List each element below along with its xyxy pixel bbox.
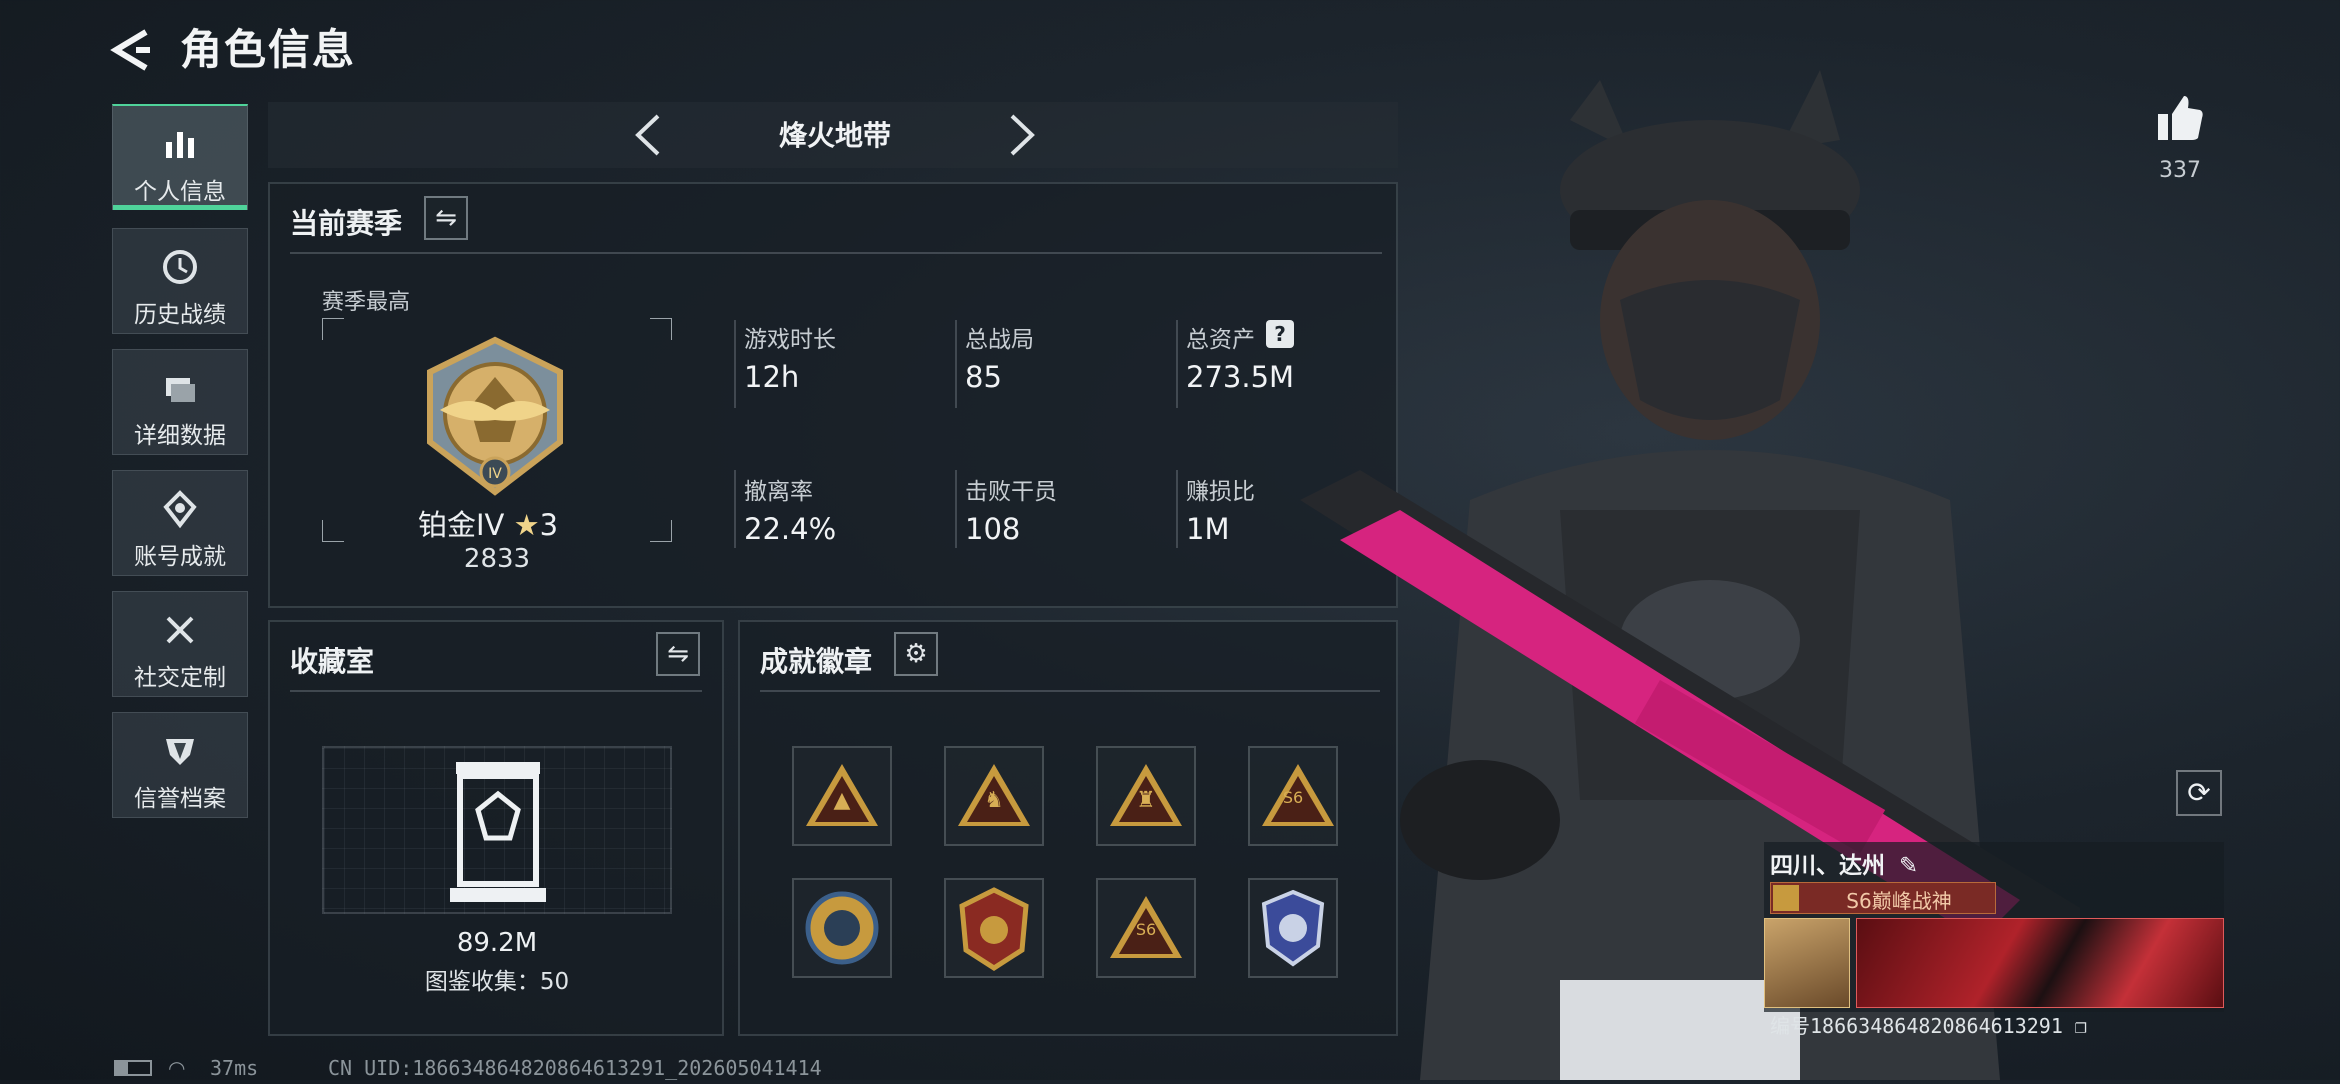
copy-icon[interactable]: ❐ [2075,1014,2087,1038]
title-emblem-icon [1773,885,1799,911]
folders-icon [113,368,247,408]
swap-icon: ⇋ [435,203,457,233]
gear-icon: ⚙ [904,639,928,669]
divider [1176,320,1178,408]
sidebar-item-label: 详细数据 [134,423,226,449]
divider [1176,470,1178,548]
clock-icon [113,247,247,287]
mode-prev-button[interactable] [628,110,668,160]
crest-badge-icon [959,887,1029,971]
profile-id-text: 编号1866348648208646132​91 [1770,1014,2063,1038]
stat-matches-label: 总战局 [965,327,1034,353]
sidebar-item-achievements[interactable]: 账号成就 [112,470,248,576]
mode-title: 烽火地带 [778,119,891,152]
sidebar-item-label: 信誉档案 [134,786,226,812]
bar-chart-icon [113,124,247,164]
chevron-left-icon [635,114,660,156]
rank-score: 2833 [463,544,531,574]
collection-switch-button[interactable]: ⇋ [656,632,700,676]
rank-stars: 3 [539,508,559,542]
round-gold-badge-icon [805,891,879,965]
sidebar-item-history[interactable]: 历史战绩 [112,228,248,334]
refresh-button[interactable]: ⟳ [2176,770,2222,816]
collection-title: 收藏室 [290,645,375,678]
profile-title-badge: S6巅峰战神 [1770,882,1996,914]
profile-id: 编号1866348648208646132​91 ❐ [1770,1010,2087,1039]
swap-icon: ⇋ [667,639,689,669]
back-button[interactable] [108,22,158,78]
profile-banner[interactable] [1856,918,2224,1008]
refresh-icon: ⟳ [2187,776,2211,809]
collection-value: 89.2M [456,928,538,958]
thumbs-up-icon [2158,96,2203,140]
sidebar-item-label: 社交定制 [134,665,226,691]
collection-preview[interactable] [322,746,672,914]
back-arrow-icon [110,29,150,71]
divider [734,320,736,408]
rank-line: 铂金IV ★3 [418,502,578,544]
divider [290,252,1382,254]
sidebar-item-label: 账号成就 [134,544,226,570]
shield-icon [113,731,247,771]
collection-caption: 图鉴收集：50 [424,969,570,995]
achievement-badge[interactable] [792,878,892,978]
stat-profit-ratio-value: 1M [1186,512,1230,546]
svg-text:IV: IV [488,466,502,482]
star-icon: ★ [513,508,540,542]
edit-icon[interactable]: ✎ [1899,853,1918,879]
latency: 37ms [210,1056,259,1080]
stat-kills-value: 108 [965,512,1021,546]
stat-extract-rate-label: 撤离率 [744,479,813,505]
achievement-badge[interactable]: ♞ [944,746,1044,846]
wifi-icon: ◠ [168,1056,186,1080]
season-best-label: 赛季最高 [322,290,411,315]
stat-extract-rate-value: 22.4% [744,512,837,546]
sidebar-item-label: 历史战绩 [134,302,226,328]
profile-location-text: 四川、达州 [1770,853,1885,879]
stat-matches-value: 85 [965,360,1002,394]
profile-location: 四川、达州 ✎ [1770,846,1918,880]
season-title: 当前赛季 [290,207,403,240]
divider [734,470,736,548]
sidebar-item-label: 个人信息 [134,179,226,205]
sidebar-item-reputation[interactable]: 信誉档案 [112,712,248,818]
divider [955,470,957,548]
stat-playtime-label: 游戏时长 [744,327,836,353]
divider [290,690,702,692]
achievement-badge[interactable]: S6 [1096,878,1196,978]
uid-text: CN UID:18663486482086461329​1_2026050414… [328,1056,822,1080]
divider [955,320,957,408]
achievement-badge[interactable]: ▲ [792,746,892,846]
like-count: 337 [2159,158,2201,183]
like-button[interactable] [2154,92,2206,144]
achievements-settings-button[interactable]: ⚙ [894,632,938,676]
achievement-badge[interactable]: ♜ [1096,746,1196,846]
season-switch-button[interactable]: ⇋ [424,196,468,240]
sidebar-item-details[interactable]: 详细数据 [112,349,248,455]
achievements-title: 成就徽章 [760,645,873,678]
avatar[interactable] [1764,918,1850,1008]
vault-icon [450,762,546,902]
rank-name: 铂金IV [418,508,505,542]
battery-icon [114,1060,152,1076]
medal-icon [113,489,247,529]
chevron-right-icon [1010,114,1035,156]
platinum-rank-emblem-icon: IV [410,332,580,502]
achievement-badge[interactable] [944,878,1044,978]
stat-kills-label: 击败干员 [965,479,1057,505]
page-title: 角色信息 [180,25,357,74]
stat-playtime-value: 12h [744,360,800,394]
sidebar-item-social[interactable]: 社交定制 [112,591,248,697]
sidebar-item-personal-info[interactable]: 个人信息 [112,104,248,210]
mode-next-button[interactable] [1002,110,1042,160]
tools-icon [113,610,247,650]
